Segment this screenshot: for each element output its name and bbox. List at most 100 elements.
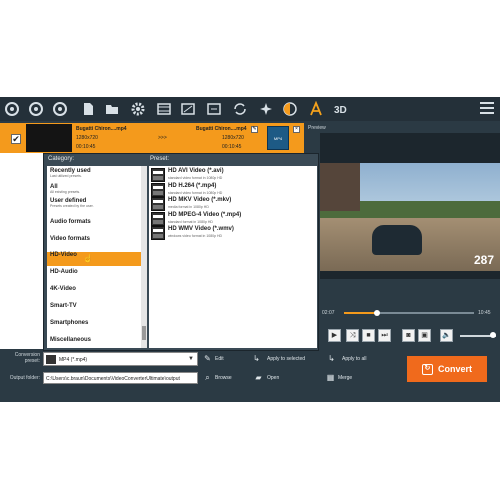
category-scrollbar[interactable]	[141, 166, 147, 348]
file-row[interactable]: ✔ Bugatti Chiron....mp4 1280x720 00:10:4…	[0, 123, 304, 153]
category-item[interactable]: User defined Presets created by the user.	[47, 198, 141, 213]
apply-selected-icon[interactable]: ↳	[252, 354, 261, 363]
category-item[interactable]: Smart-TV	[47, 303, 141, 317]
category-item[interactable]: Miscellaneous	[47, 337, 141, 348]
volume-handle[interactable]	[490, 332, 496, 338]
text-watermark-icon[interactable]	[308, 101, 324, 117]
preset-description: standard format in 1080p HD	[168, 219, 213, 224]
seek-handle[interactable]	[373, 310, 380, 316]
total-time: 10:45	[478, 310, 491, 316]
preset-format-icon	[46, 355, 56, 364]
preset-dropdown[interactable]: MP4 (*.mp4) ▼	[43, 352, 198, 366]
preset-format-icon	[151, 226, 165, 240]
browse-button[interactable]: Browse	[215, 375, 232, 381]
scene-car	[372, 225, 422, 255]
cut-film-icon[interactable]	[156, 101, 172, 117]
category-name: Video formats	[50, 236, 90, 242]
category-name: 4K-Video	[50, 286, 76, 292]
preview-video: 287	[320, 163, 500, 271]
output-folder-field[interactable]: C:\Users\c.braun\Documents\VideoConverte…	[43, 372, 198, 384]
merge-button[interactable]: Merge	[338, 375, 352, 381]
crop-film-icon[interactable]	[180, 101, 196, 117]
category-item[interactable]: HD-Video ☝	[47, 252, 141, 266]
apply-all-button[interactable]: Apply to all	[342, 356, 366, 362]
source-resolution: 1280x720	[76, 135, 98, 141]
edit-icon[interactable]: ✎	[203, 354, 212, 363]
volume-icon[interactable]: 🔈	[440, 329, 453, 342]
screen-icon[interactable]: ▣	[418, 329, 431, 342]
new-file-icon[interactable]	[80, 101, 96, 117]
effects-film-icon[interactable]	[206, 101, 222, 117]
edit-pencil-icon[interactable]: ✎	[251, 126, 258, 133]
remove-file-icon[interactable]: ×	[293, 126, 300, 133]
source-duration: 00:10:45	[76, 144, 96, 150]
shuffle-icon[interactable]: ⤨	[346, 329, 359, 342]
preset-heading: Preset:	[150, 156, 170, 162]
category-name: Miscellaneous	[50, 337, 92, 343]
bottom-bar: Conversion preset: MP4 (*.mp4) ▼ Output …	[0, 349, 500, 402]
play-icon[interactable]: ▶	[328, 329, 341, 342]
scrollbar-thumb[interactable]	[142, 326, 146, 340]
menu-icon[interactable]	[480, 102, 494, 114]
preset-dropdown-value: MP4 (*.mp4)	[59, 357, 88, 363]
color-icon[interactable]	[282, 101, 298, 117]
merge-icon[interactable]: ▦	[326, 373, 335, 382]
category-item[interactable]: Recently used Last utilized presets.	[47, 168, 141, 183]
convert-button[interactable]: ↻ Convert	[407, 356, 487, 382]
category-item[interactable]: Video formats	[47, 236, 141, 250]
file-checkbox[interactable]: ✔	[11, 134, 21, 144]
timeline: 02:07 10:45	[320, 307, 500, 319]
preset-description: standard video format in 1080p HD	[168, 190, 223, 195]
svg-text:3D: 3D	[334, 105, 347, 116]
category-description: Last utilized presets.	[50, 174, 82, 178]
category-description: Presets created by the user.	[50, 204, 94, 208]
preset-item[interactable]: HD WMV Video (*.wmv) windows video format…	[151, 226, 311, 240]
category-name: Smartphones	[50, 320, 89, 326]
rotate-icon[interactable]	[232, 101, 248, 117]
snapshot-icon[interactable]: ◙	[402, 329, 415, 342]
category-item[interactable]: Audio formats	[47, 219, 141, 233]
chevron-down-icon: ▼	[188, 356, 194, 362]
format-badge[interactable]: MP4	[267, 126, 289, 150]
toolbar: 3D	[0, 97, 500, 121]
3d-icon[interactable]: 3D	[334, 101, 350, 117]
preset-item[interactable]: HD MPEG-4 Video (*.mp4) standard format i…	[151, 211, 311, 226]
category-item[interactable]: HD-Audio	[47, 269, 141, 283]
speed-hud: 287	[473, 253, 494, 267]
settings-icon[interactable]	[130, 101, 146, 117]
playback-controls: ▶ ⤨ ■ ⏭ ◙ ▣ 🔈	[320, 329, 500, 343]
preset-format-icon	[151, 197, 165, 211]
preset-item[interactable]: HD MKV Video (*.mkv) media format in 1080…	[151, 197, 311, 211]
edit-button[interactable]: Edit	[215, 356, 224, 362]
stop-icon[interactable]: ■	[362, 329, 375, 342]
preset-format-icon	[151, 168, 165, 182]
mouse-pointer-icon: ☝	[83, 254, 93, 263]
apply-all-icon[interactable]: ↳	[327, 354, 336, 363]
magic-wand-icon[interactable]	[258, 101, 274, 117]
next-frame-icon[interactable]: ⏭	[378, 329, 391, 342]
preview-top-border	[320, 133, 500, 163]
search-icon[interactable]: ⌕	[203, 373, 212, 382]
folder-icon[interactable]	[104, 101, 120, 117]
seek-bar[interactable]	[344, 310, 474, 316]
preset-item[interactable]: HD H.264 (*.mp4) standard video format in…	[151, 182, 311, 197]
convert-icon: ↻	[421, 363, 433, 375]
preset-popup: Category: Preset: Recently used Last util…	[43, 153, 319, 351]
category-name: Smart-TV	[50, 303, 77, 309]
conversion-arrow: >>>	[158, 135, 167, 141]
open-folder-icon[interactable]: ▰	[254, 373, 263, 382]
category-item[interactable]: All All existing presets.	[47, 184, 141, 199]
apply-selected-button[interactable]: Apply to selected	[267, 356, 305, 362]
category-item[interactable]: Smartphones	[47, 320, 141, 334]
category-name: HD-Video	[50, 252, 77, 258]
add-bluray-icon[interactable]	[52, 101, 68, 117]
preset-name: HD WMV Video (*.wmv)	[168, 226, 234, 232]
open-button[interactable]: Open	[267, 375, 279, 381]
add-dvd-icon[interactable]	[28, 101, 44, 117]
category-item[interactable]: 4K-Video	[47, 286, 141, 300]
preview-label: Preview	[308, 125, 326, 131]
preset-item[interactable]: HD AVI Video (*.avi) standard video forma…	[151, 168, 311, 182]
convert-label: Convert	[437, 364, 472, 374]
preset-name: HD MPEG-4 Video (*.mp4)	[168, 211, 242, 218]
add-video-icon[interactable]	[4, 101, 20, 117]
